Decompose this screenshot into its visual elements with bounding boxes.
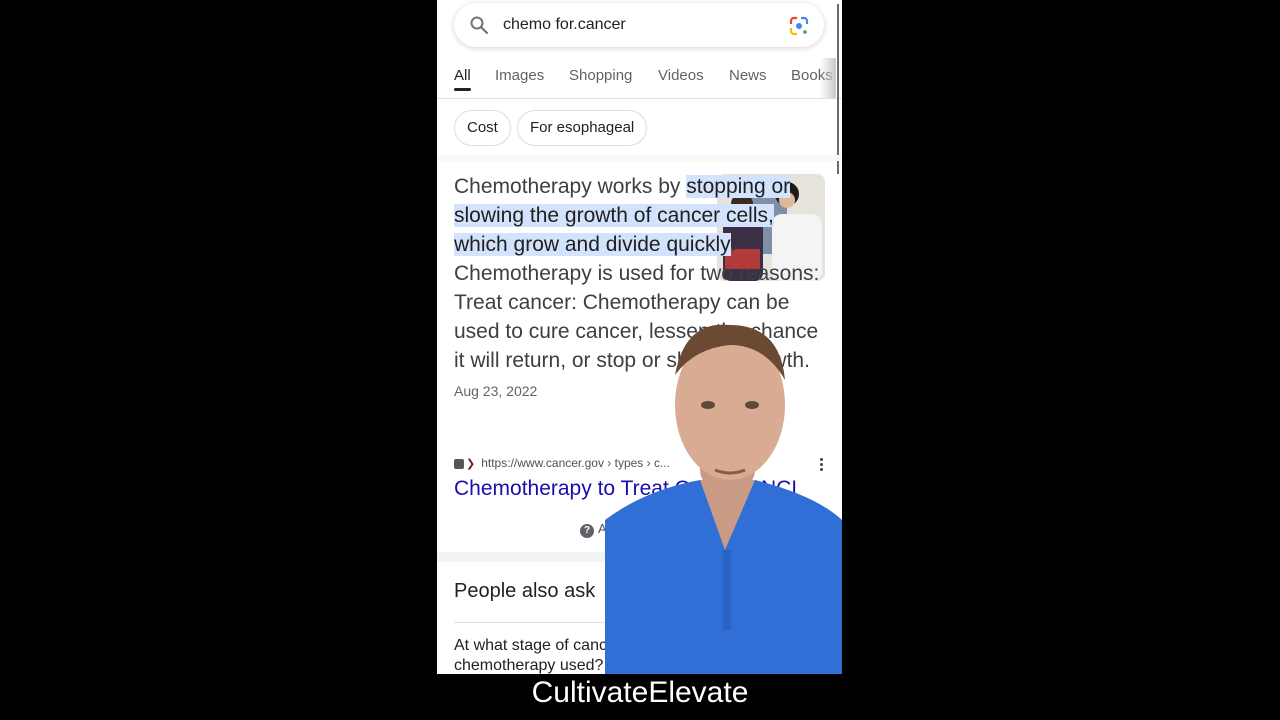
tab-images[interactable]: Images <box>495 67 544 84</box>
tab-videos[interactable]: Videos <box>658 67 704 84</box>
section-divider <box>437 155 842 161</box>
google-lens-icon[interactable] <box>788 15 810 37</box>
site-favicon-icon <box>454 458 464 469</box>
video-caption: CultivateElevate <box>531 676 749 709</box>
help-icon: ? <box>580 524 594 538</box>
chevron-right-icon: ❯ <box>466 458 476 471</box>
search-icon[interactable] <box>469 15 489 35</box>
search-bar[interactable]: chemo for.cancer <box>454 3 824 47</box>
tab-shopping[interactable]: Shopping <box>569 67 632 84</box>
tabs-scroll-fade <box>820 58 836 98</box>
chip-for-esophageal[interactable]: For esophageal <box>517 110 648 146</box>
tab-news[interactable]: News <box>729 67 767 84</box>
search-input[interactable]: chemo for.cancer <box>503 16 626 34</box>
presenter-video-overlay <box>605 320 842 674</box>
tab-all[interactable]: All <box>454 67 471 84</box>
snippet-lead: Chemotherapy works by <box>454 175 687 198</box>
active-tab-indicator <box>454 88 471 91</box>
people-also-ask-heading: People also ask <box>454 580 596 602</box>
search-tabs: All Images Shopping Videos News Books <box>437 58 842 99</box>
scrollbar[interactable] <box>837 4 839 174</box>
chip-cost[interactable]: Cost <box>454 110 511 146</box>
snippet-date: Aug 23, 2022 <box>454 383 538 399</box>
